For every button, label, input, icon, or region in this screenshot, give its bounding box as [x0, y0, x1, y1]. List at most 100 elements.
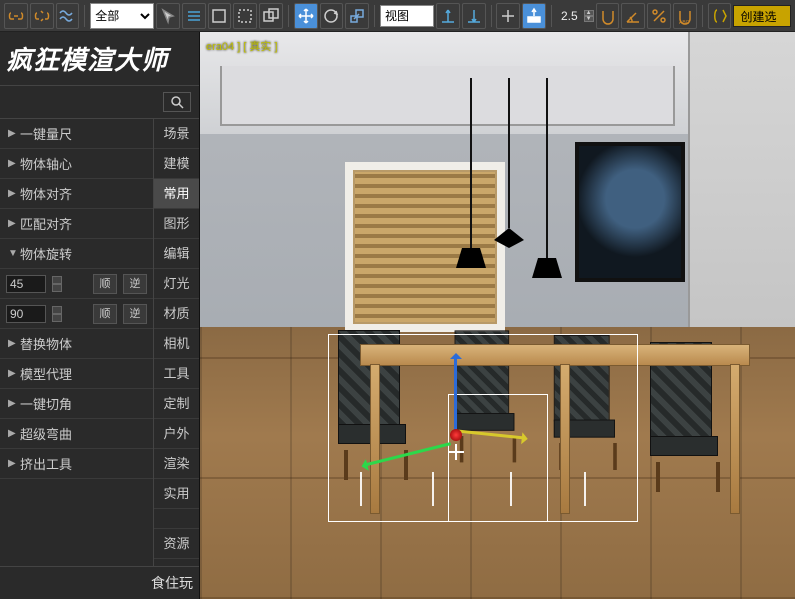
- tool-window-select-icon[interactable]: [233, 3, 257, 29]
- sidebar-item-extrude[interactable]: ▶挤出工具: [0, 449, 153, 479]
- tool-axis-down-icon[interactable]: [462, 3, 486, 29]
- create-selection-button[interactable]: 创建选择: [733, 5, 791, 27]
- snap-value: 2.5: [557, 9, 582, 23]
- cat-material[interactable]: 材质: [154, 299, 199, 329]
- cat-shape[interactable]: 图形: [154, 209, 199, 239]
- rotate-spinner-2[interactable]: [52, 306, 62, 322]
- rotate-ccw-button-1[interactable]: 逆: [123, 274, 147, 294]
- sidebar-item-match-align[interactable]: ▶匹配对齐: [0, 209, 153, 239]
- rotate-angle-input-2[interactable]: [6, 305, 46, 323]
- chevron-right-icon: ▶: [8, 398, 20, 409]
- rotate-row-1: 顺 逆: [0, 269, 153, 299]
- snap-abc-icon[interactable]: ABC: [673, 3, 697, 29]
- sidebar-item-rotate[interactable]: ▼物体旋转: [0, 239, 153, 269]
- cat-common[interactable]: 常用: [154, 179, 199, 209]
- tool-center-icon[interactable]: [496, 3, 520, 29]
- tool-move-icon[interactable]: [294, 3, 318, 29]
- view-select[interactable]: [380, 5, 434, 27]
- tool-axis-icon[interactable]: [436, 3, 460, 29]
- left-sidebar: 疯狂模渲大师 ▶一键量尺 ▶物体轴心 ▶物体对齐 ▶匹配对齐 ▼物体旋转 顺 逆: [0, 32, 200, 599]
- search-icon: [170, 95, 184, 109]
- sidebar-columns: ▶一键量尺 ▶物体轴心 ▶物体对齐 ▶匹配对齐 ▼物体旋转 顺 逆 顺: [0, 119, 199, 566]
- sidebar-item-pivot[interactable]: ▶物体轴心: [0, 149, 153, 179]
- bracket-icon[interactable]: [708, 3, 732, 29]
- cat-tools[interactable]: 工具: [154, 359, 199, 389]
- viewport-label: era04 ] [ 真实 ]: [206, 38, 278, 54]
- scene-render: [200, 32, 795, 599]
- cat-outdoor[interactable]: 户外: [154, 419, 199, 449]
- snap-spinner[interactable]: ▲▼: [584, 10, 594, 22]
- sidebar-item-proxy[interactable]: ▶模型代理: [0, 359, 153, 389]
- sidebar-item-label: 替换物体: [20, 334, 72, 353]
- selection-tick: [510, 472, 512, 506]
- chevron-right-icon: ▶: [8, 158, 20, 169]
- tool-rect-select-icon[interactable]: [208, 3, 232, 29]
- sidebar-item-measure[interactable]: ▶一键量尺: [0, 119, 153, 149]
- sidebar-item-bend[interactable]: ▶超级弯曲: [0, 419, 153, 449]
- tool-plane-icon[interactable]: [522, 3, 546, 29]
- cat-camera[interactable]: 相机: [154, 329, 199, 359]
- sidebar-item-label: 物体旋转: [20, 244, 72, 263]
- rotate-ccw-button-2[interactable]: 逆: [123, 304, 147, 324]
- rotate-angle-input-1[interactable]: [6, 275, 46, 293]
- sidebar-categories-column: 场景 建模 常用 图形 编辑 灯光 材质 相机 工具 定制 户外 渲染 实用 资…: [153, 119, 199, 566]
- chevron-right-icon: ▶: [8, 338, 20, 349]
- sidebar-item-label: 挤出工具: [20, 454, 72, 473]
- chevron-right-icon: ▶: [8, 188, 20, 199]
- rotate-cw-button-1[interactable]: 顺: [93, 274, 117, 294]
- separator: [374, 5, 375, 27]
- snap-percent-icon[interactable]: [647, 3, 671, 29]
- cat-custom[interactable]: 定制: [154, 389, 199, 419]
- search-button[interactable]: [163, 92, 191, 112]
- tool-link-icon[interactable]: [4, 3, 28, 29]
- app-title: 疯狂模渲大师: [0, 32, 199, 86]
- sidebar-footer: 食住玩: [0, 566, 199, 599]
- main-area: 疯狂模渲大师 ▶一键量尺 ▶物体轴心 ▶物体对齐 ▶匹配对齐 ▼物体旋转 顺 逆: [0, 32, 795, 599]
- gizmo-origin[interactable]: [450, 429, 462, 441]
- top-toolbar: 全部 2.5 ▲▼ ABC 创建选择: [0, 0, 795, 32]
- sidebar-item-chamfer[interactable]: ▶一键切角: [0, 389, 153, 419]
- sidebar-item-label: 模型代理: [20, 364, 72, 383]
- sidebar-item-align[interactable]: ▶物体对齐: [0, 179, 153, 209]
- sidebar-item-label: 匹配对齐: [20, 214, 72, 233]
- sidebar-item-label: 物体对齐: [20, 184, 72, 203]
- cat-edit[interactable]: 编辑: [154, 239, 199, 269]
- separator: [84, 5, 85, 27]
- tool-wave-icon[interactable]: [56, 3, 80, 29]
- cat-model[interactable]: 建模: [154, 149, 199, 179]
- cat-center[interactable]: 居中: [154, 559, 199, 566]
- cat-utility[interactable]: 实用: [154, 479, 199, 509]
- chevron-right-icon: ▶: [8, 218, 20, 229]
- separator: [551, 5, 552, 27]
- cat-light[interactable]: 灯光: [154, 269, 199, 299]
- cat-render[interactable]: 渲染: [154, 449, 199, 479]
- tool-unlink-icon[interactable]: [30, 3, 54, 29]
- snap-angle-icon[interactable]: [621, 3, 645, 29]
- tool-scale-icon[interactable]: [345, 3, 369, 29]
- tool-rotate-icon[interactable]: [320, 3, 344, 29]
- sidebar-item-replace[interactable]: ▶替换物体: [0, 329, 153, 359]
- chevron-down-icon: ▼: [8, 248, 20, 259]
- gizmo-z-axis[interactable]: [454, 355, 457, 435]
- snap-toggle-icon[interactable]: [596, 3, 620, 29]
- rotate-cw-button-2[interactable]: 顺: [93, 304, 117, 324]
- scene-lamp: [508, 78, 510, 228]
- filter-select[interactable]: 全部: [90, 3, 154, 29]
- viewport-3d[interactable]: era04 ] [ 真实 ]: [200, 32, 795, 599]
- tool-cursor-icon[interactable]: [156, 3, 180, 29]
- separator: [702, 5, 703, 27]
- cat-scene[interactable]: 场景: [154, 119, 199, 149]
- separator: [288, 5, 289, 27]
- scene-window: [345, 162, 505, 332]
- tool-select-icon[interactable]: [182, 3, 206, 29]
- sidebar-search-row: [0, 86, 199, 119]
- cat-resource[interactable]: 资源: [154, 529, 199, 559]
- svg-text:ABC: ABC: [679, 20, 690, 25]
- separator: [491, 5, 492, 27]
- selection-tick: [584, 472, 586, 506]
- sidebar-item-label: 物体轴心: [20, 154, 72, 173]
- rotate-spinner-1[interactable]: [52, 276, 62, 292]
- tool-crossing-select-icon[interactable]: [259, 3, 283, 29]
- sidebar-tools-column: ▶一键量尺 ▶物体轴心 ▶物体对齐 ▶匹配对齐 ▼物体旋转 顺 逆 顺: [0, 119, 153, 566]
- selection-tick: [360, 472, 362, 506]
